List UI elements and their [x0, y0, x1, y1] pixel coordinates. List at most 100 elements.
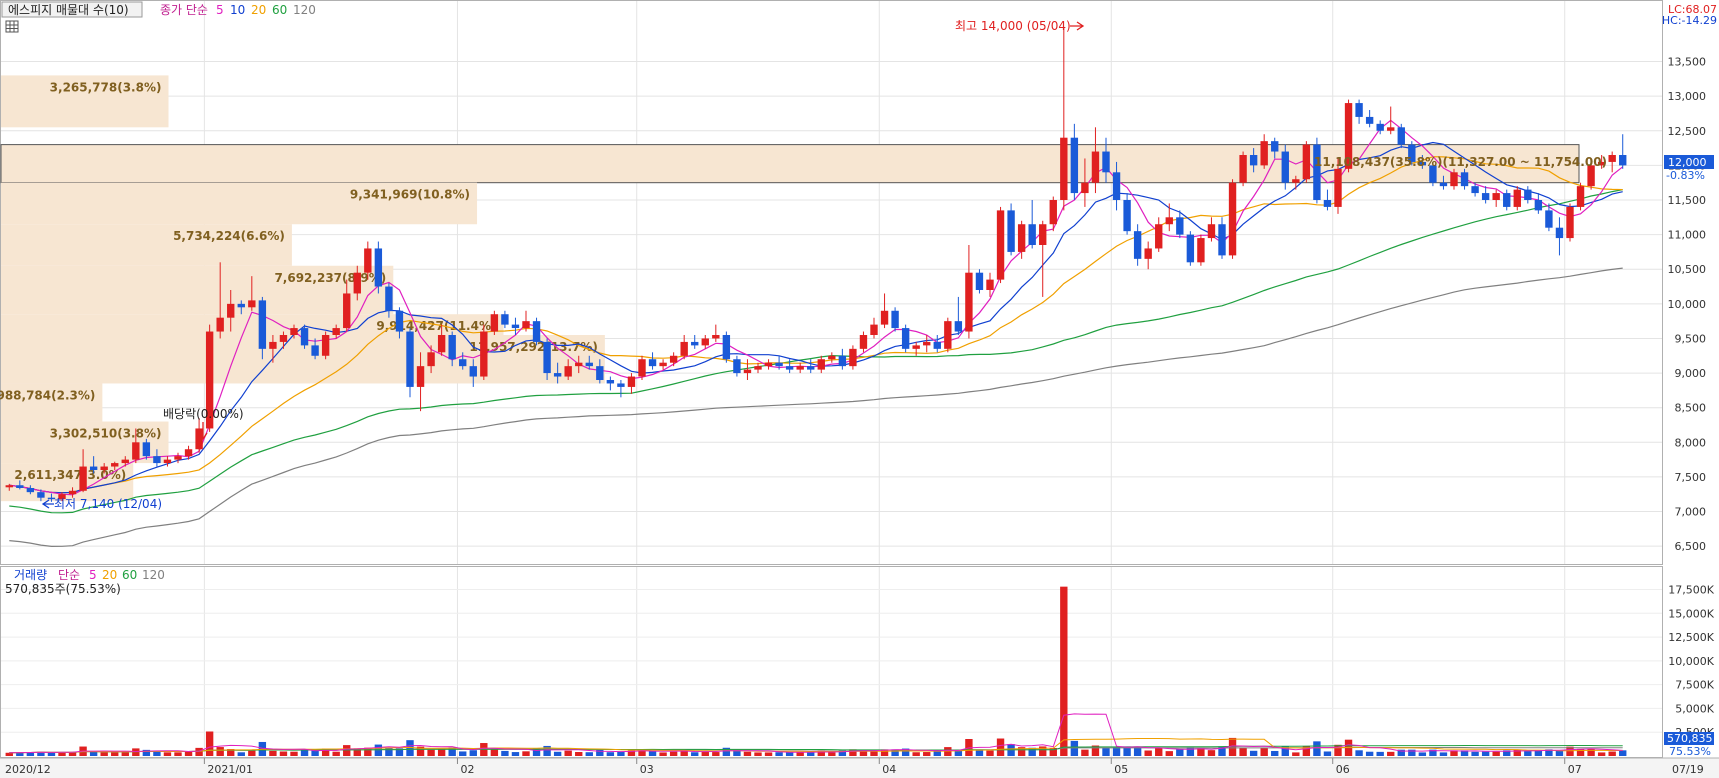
candle-body [1323, 200, 1332, 207]
candle-body [1619, 155, 1627, 166]
price-tick-label: 13,500 [1668, 56, 1707, 69]
candle-body [796, 366, 804, 370]
volume-bar [912, 752, 920, 756]
ma-period-10: 10 [230, 3, 245, 17]
volume-bar [1534, 750, 1543, 756]
price-tick-label: 6,500 [1675, 540, 1707, 553]
change-tag-value: -0.83% [1666, 169, 1705, 182]
candle-body [648, 359, 657, 367]
volume-bar [47, 752, 56, 756]
volume-bar [132, 748, 140, 756]
volume-bar [1355, 750, 1363, 756]
volume-ma-period-60: 60 [122, 568, 137, 582]
volume-bar [1376, 751, 1384, 756]
volume-bar [89, 751, 98, 756]
candle-body [501, 314, 509, 325]
volume-bar [290, 751, 298, 756]
candle-body [1439, 182, 1448, 187]
volume-bar [311, 750, 319, 756]
volume-bar [1492, 751, 1500, 756]
x-tick-label: 02 [460, 763, 474, 776]
candle-body [691, 341, 699, 346]
volume-profile-label: 1,988,784(2.3%) [0, 388, 95, 402]
candle-body [111, 463, 119, 467]
candle-body [132, 442, 140, 460]
volume-profile-label: 7,692,237(8.9%) [274, 271, 386, 285]
candle-body [353, 272, 361, 294]
candle-body [1492, 193, 1500, 200]
volume-bar [1271, 750, 1279, 756]
candle-body [944, 321, 952, 349]
candle-body [1144, 248, 1152, 259]
volume-bar [343, 745, 351, 756]
price-tick-label: 13,000 [1668, 90, 1707, 103]
x-tick-label: 06 [1336, 763, 1350, 776]
volume-bar [754, 752, 762, 756]
candle-body [543, 341, 551, 374]
candle-body [1481, 193, 1490, 200]
candle-body [100, 466, 108, 470]
candle-body [1271, 141, 1279, 152]
candle-body [1260, 141, 1268, 166]
candle-body [1566, 206, 1574, 239]
volume-bar [764, 752, 773, 756]
price-tick-label: 11,500 [1668, 194, 1707, 207]
candle-body [300, 328, 309, 346]
candle-body [237, 303, 245, 308]
x-tick-label: 03 [640, 763, 654, 776]
volume-profile-label: 3,265,778(3.8%) [50, 80, 162, 94]
candle-body [427, 352, 435, 367]
volume-bar [617, 751, 625, 756]
volume-bar [237, 752, 245, 756]
dividend-label: 배당락(0.00%) [163, 407, 244, 421]
volume-profile-label: 9,341,969(10.8%) [350, 188, 470, 202]
candle-body [469, 366, 477, 377]
candle-body [859, 335, 868, 349]
volume-bar [1597, 752, 1606, 756]
volume-bar [100, 752, 108, 756]
candle-body [1070, 137, 1079, 194]
candle-body [1534, 200, 1543, 211]
candle-body [754, 366, 762, 370]
x-tick-label: 05 [1114, 763, 1128, 776]
volume-tick-label: 12,500K [1668, 631, 1714, 644]
indicator-title[interactable]: 에스피지 매물대 수(10) [8, 3, 129, 17]
candle-body [1239, 155, 1247, 183]
candle-body [891, 310, 899, 329]
candle-body [1102, 151, 1110, 173]
candle-body [606, 380, 615, 384]
candle-body [954, 321, 963, 332]
price-tick-label: 10,000 [1668, 298, 1707, 311]
volume-tick-label: 10,000K [1668, 655, 1714, 668]
volume-ma-prefix: 단순 [58, 568, 80, 582]
candle-body [986, 279, 994, 290]
candle-body [1376, 123, 1384, 131]
candle-body [1081, 182, 1089, 194]
candle-body [195, 428, 203, 450]
candle-body [374, 248, 383, 287]
x-tick-label: 07/19 [1672, 763, 1704, 776]
candle-body [68, 490, 77, 495]
volume-bar [996, 738, 1005, 756]
hc-readout: HC:-14.29 [1662, 14, 1717, 27]
price-tick-label: 7,500 [1675, 471, 1707, 484]
price-tick-label: 11,000 [1668, 229, 1707, 242]
volume-bar [606, 752, 615, 756]
price-tick-label: 8,500 [1675, 402, 1707, 415]
volume-bar [374, 744, 383, 756]
candle-body [437, 335, 446, 353]
candle-body [1060, 137, 1068, 200]
candle-body [1608, 155, 1616, 162]
candle-body [1186, 234, 1195, 263]
candle-body [701, 338, 709, 346]
volume-ma-period-120: 120 [142, 568, 165, 582]
x-axis: 2020/12 2021/01 02 03 04 05 06 07 07/19 [0, 757, 1719, 778]
range-label: 11,108,437(35.8%)(11,327.00 ~ 11,754.00) [1314, 155, 1607, 169]
candle-body [448, 335, 456, 360]
ma-period-5: 5 [216, 3, 224, 17]
volume-bar [1207, 750, 1216, 756]
table-icon[interactable] [5, 20, 19, 33]
volume-current: 570,835주(75.53%) [5, 582, 121, 596]
candle-body [1091, 151, 1100, 183]
candle-body [1471, 186, 1479, 194]
